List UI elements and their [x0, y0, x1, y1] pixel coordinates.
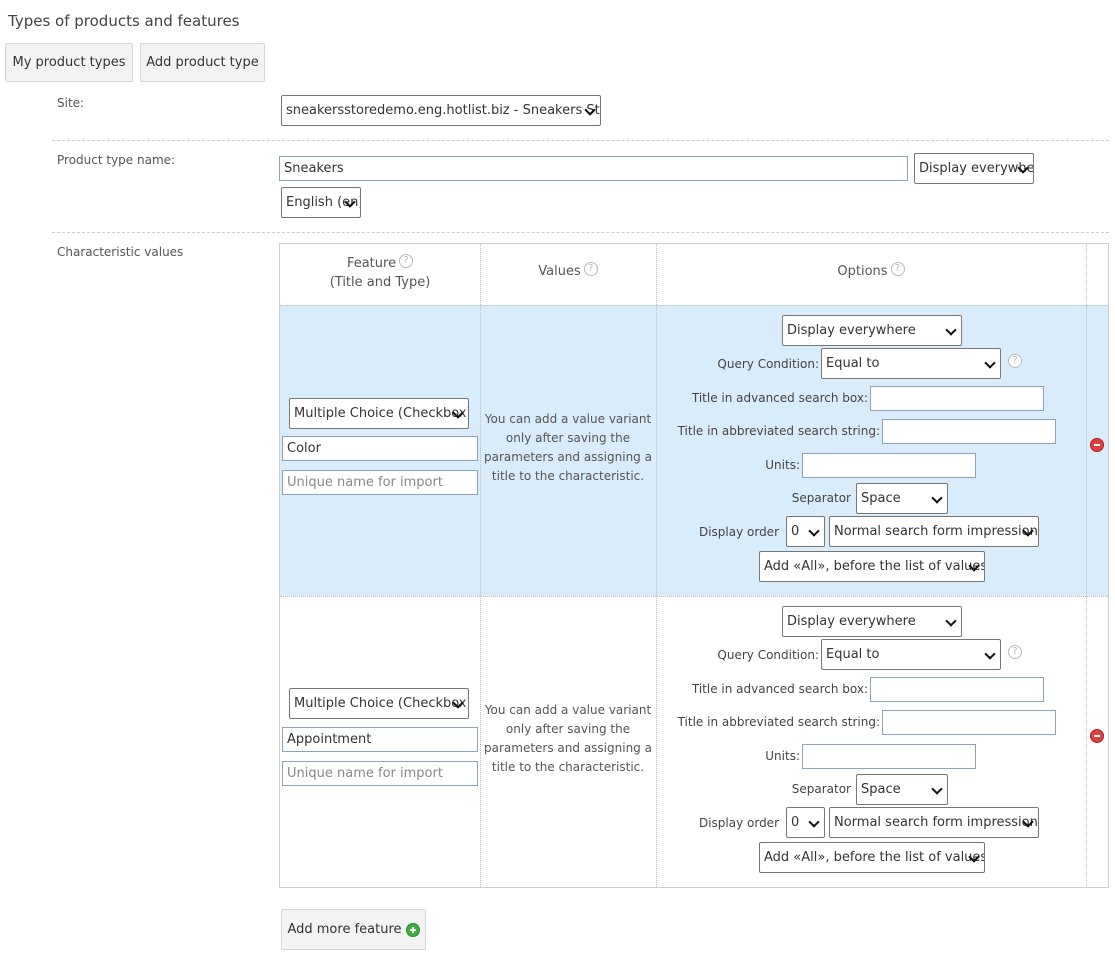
features-table: Feature? (Title and Type) Values? Option… — [279, 243, 1109, 888]
characteristic-values-label: Characteristic values — [57, 245, 184, 259]
search-impression-select[interactable]: Normal search form impression — [829, 516, 1039, 547]
query-condition-select[interactable]: Equal to — [821, 348, 1001, 379]
feature-type-select[interactable]: Multiple Choice (Checkbox) — [289, 688, 469, 719]
units-label: Units: — [765, 749, 800, 763]
help-icon[interactable]: ? — [583, 262, 598, 276]
note-line: You can add a value variant — [484, 703, 652, 717]
feature-title-input[interactable]: Appointment — [282, 727, 478, 752]
adv-search-title-input[interactable] — [870, 386, 1044, 411]
header-feature-title: Feature — [346, 256, 397, 271]
abbr-search-title-label: Title in abbreviated search string: — [677, 715, 880, 729]
separator-label: Separator — [791, 491, 851, 505]
header-options: Options? — [656, 262, 1086, 281]
feature-import-name-input[interactable]: Unique name for import — [282, 470, 478, 495]
separator-select[interactable]: Space — [856, 774, 948, 805]
units-input[interactable] — [802, 744, 976, 769]
units-input[interactable] — [802, 453, 976, 478]
add-all-select[interactable]: Add «All», before the list of values — [759, 551, 985, 582]
note-line: title to the characteristic. — [491, 760, 645, 774]
help-icon[interactable]: ? — [399, 254, 414, 268]
note-line: title to the characteristic. — [491, 469, 645, 483]
display-order-label: Display order — [698, 525, 779, 539]
note-line: parameters and assigning a — [484, 450, 652, 464]
product-type-name-label: Product type name: — [57, 153, 176, 167]
option-display-select[interactable]: Display everywhere — [782, 315, 962, 346]
add-more-feature-label: Add more feature — [287, 922, 402, 937]
add-all-select[interactable]: Add «All», before the list of values — [759, 842, 985, 873]
adv-search-title-label: Title in advanced search box: — [691, 391, 868, 405]
search-impression-select[interactable]: Normal search form impression — [829, 807, 1039, 838]
product-type-name-input[interactable]: Sneakers — [279, 156, 908, 181]
plus-icon — [405, 922, 420, 937]
feature-import-name-input[interactable]: Unique name for import — [282, 761, 478, 786]
header-feature: Feature? (Title and Type) — [280, 254, 480, 292]
feature-type-select[interactable]: Multiple Choice (Checkbox) — [289, 398, 469, 429]
query-condition-select[interactable]: Equal to — [821, 639, 1001, 670]
site-label: Site: — [57, 96, 85, 110]
abbr-search-title-input[interactable] — [882, 419, 1056, 444]
query-condition-label: Query Condition: — [717, 357, 819, 371]
divider — [52, 140, 1109, 141]
units-label: Units: — [765, 458, 800, 472]
tab-my-product-types[interactable]: My product types — [5, 43, 133, 82]
header-options-title: Options — [837, 264, 888, 279]
tab-add-product-type[interactable]: Add product type — [140, 43, 265, 82]
separator-label: Separator — [791, 782, 851, 796]
query-condition-label: Query Condition: — [717, 648, 819, 662]
header-values: Values? — [480, 262, 656, 281]
site-select[interactable]: sneakersstoredemo.eng.hotlist.biz - Snea… — [281, 95, 601, 126]
note-line: only after saving the — [505, 722, 631, 736]
column-divider — [656, 244, 657, 887]
divider — [52, 232, 1109, 233]
adv-search-title-label: Title in advanced search box: — [691, 682, 868, 696]
adv-search-title-input[interactable] — [870, 677, 1044, 702]
column-divider — [480, 244, 481, 887]
page-title: Types of products and features — [8, 12, 240, 30]
remove-feature-icon[interactable] — [1090, 438, 1104, 452]
add-more-feature-button[interactable]: Add more feature — [281, 909, 426, 950]
remove-feature-icon[interactable] — [1090, 729, 1104, 743]
row-divider — [280, 596, 1108, 597]
header-values-title: Values — [538, 264, 581, 279]
language-select[interactable]: English (en) — [281, 187, 361, 218]
values-note: You can add a value variant only after s… — [480, 701, 656, 777]
product-type-display-select[interactable]: Display everywhere — [914, 153, 1034, 184]
display-order-select[interactable]: 0 — [786, 516, 825, 547]
separator-select[interactable]: Space — [856, 483, 948, 514]
help-icon[interactable]: ? — [890, 262, 905, 276]
note-line: only after saving the — [505, 431, 631, 445]
abbr-search-title-label: Title in abbreviated search string: — [677, 424, 880, 438]
help-icon[interactable]: ? — [1008, 354, 1022, 368]
option-display-select[interactable]: Display everywhere — [782, 606, 962, 637]
header-feature-subtitle: (Title and Type) — [329, 275, 431, 290]
help-icon[interactable]: ? — [1008, 645, 1022, 659]
column-divider — [1086, 244, 1087, 887]
display-order-select[interactable]: 0 — [786, 807, 825, 838]
note-line: You can add a value variant — [484, 412, 652, 426]
note-line: parameters and assigning a — [484, 741, 652, 755]
feature-title-input[interactable]: Color — [282, 436, 478, 461]
display-order-label: Display order — [698, 816, 779, 830]
abbr-search-title-input[interactable] — [882, 710, 1056, 735]
row-divider — [280, 305, 1108, 306]
values-note: You can add a value variant only after s… — [480, 410, 656, 486]
